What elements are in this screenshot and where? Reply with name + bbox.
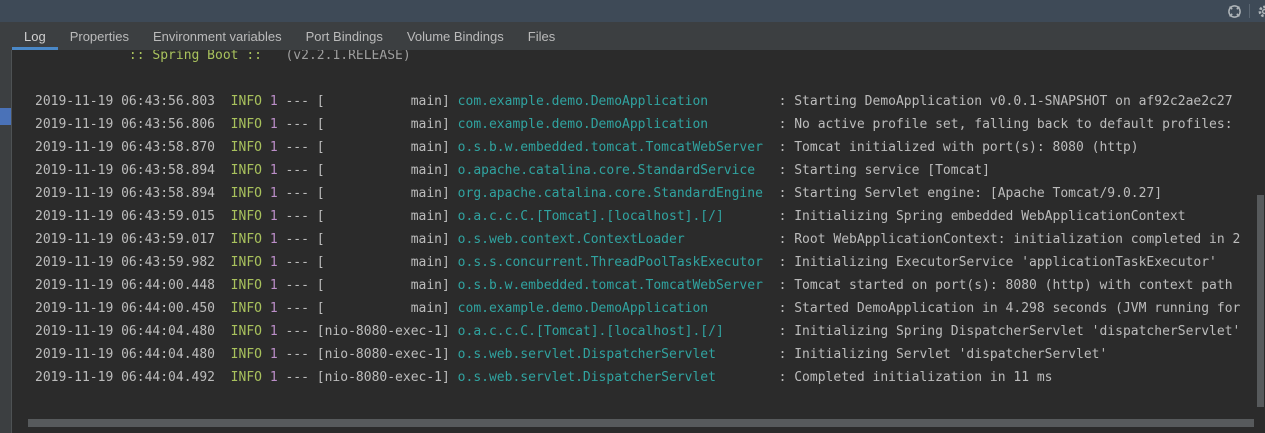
log-line: 2019-11-19 06:43:58.894 INFO 1 --- [ mai… [35,186,1162,201]
log-line: 2019-11-19 06:43:59.015 INFO 1 --- [ mai… [35,209,1186,224]
tab-environment-variables[interactable]: Environment variables [141,22,294,50]
tab-files[interactable]: Files [516,22,567,50]
header-divider [1249,4,1250,18]
tab-log[interactable]: Log [12,22,58,50]
log-line: 2019-11-19 06:43:58.894 INFO 1 --- [ mai… [35,163,990,178]
docker-log-panel: LogPropertiesEnvironment variablesPort B… [0,0,1265,433]
tab-properties[interactable]: Properties [58,22,141,50]
log-line: 2019-11-19 06:43:58.870 INFO 1 --- [ mai… [35,140,1139,155]
vertical-scrollbar-thumb[interactable] [1257,195,1264,407]
log-line: 2019-11-19 06:43:59.017 INFO 1 --- [ mai… [35,232,1240,247]
log-line: 2019-11-19 06:44:00.450 INFO 1 --- [ mai… [35,301,1240,316]
log-line: 2019-11-19 06:44:04.492 INFO 1 --- [nio-… [35,370,1053,385]
log-line: 2019-11-19 06:44:04.480 INFO 1 --- [nio-… [35,324,1240,339]
spring-boot-banner-line: :: Spring Boot :: (v2.2.1.RELEASE) [35,50,411,63]
tab-volume-bindings[interactable]: Volume Bindings [395,22,516,50]
tab-bar: LogPropertiesEnvironment variablesPort B… [0,22,1265,50]
log-line: 2019-11-19 06:43:56.803 INFO 1 --- [ mai… [35,94,1233,109]
panel-header [0,0,1265,22]
left-stripe-indicator [0,108,11,125]
log-console: :: Spring Boot :: (v2.2.1.RELEASE) 2019-… [12,50,1265,433]
horizontal-scrollbar-thumb[interactable] [28,419,1254,427]
console-output: :: Spring Boot :: (v2.2.1.RELEASE) 2019-… [35,50,1240,389]
tab-port-bindings[interactable]: Port Bindings [294,22,395,50]
crosshair-icon[interactable] [1226,3,1243,20]
log-line: 2019-11-19 06:44:04.480 INFO 1 --- [nio-… [35,347,1107,362]
log-line: 2019-11-19 06:43:59.982 INFO 1 --- [ mai… [35,255,1217,270]
log-line: 2019-11-19 06:44:00.448 INFO 1 --- [ mai… [35,278,1233,293]
settings-gear-icon[interactable] [1256,3,1265,20]
log-line: 2019-11-19 06:43:56.806 INFO 1 --- [ mai… [35,117,1233,132]
header-icons [1226,0,1265,22]
left-tool-stripe [0,50,12,433]
